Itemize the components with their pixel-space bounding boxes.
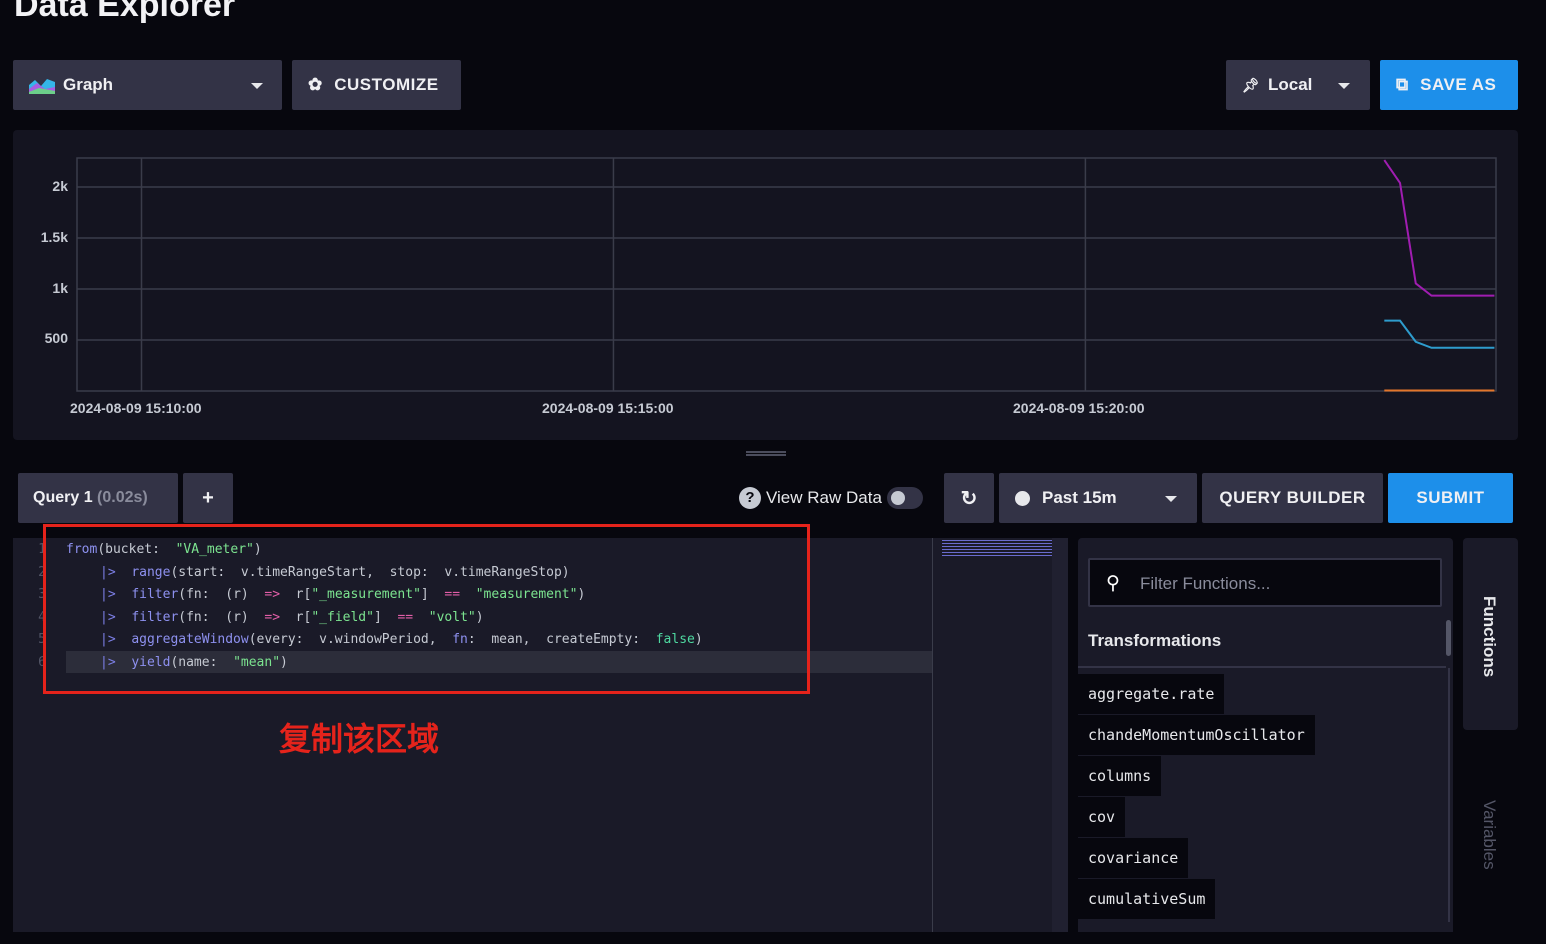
- tab-variables[interactable]: Variables: [1479, 800, 1499, 870]
- chevron-down-icon: [1338, 83, 1350, 89]
- function-item[interactable]: covariance: [1078, 838, 1189, 878]
- customize-label: CUSTOMIZE: [334, 75, 439, 94]
- time-range-dropdown[interactable]: Past 15m: [999, 473, 1197, 523]
- plot-frame: [76, 157, 1497, 392]
- filter-placeholder: Filter Functions...: [1140, 574, 1271, 593]
- editor-scrollbar[interactable]: [1052, 538, 1068, 932]
- add-query-button[interactable]: +: [183, 473, 233, 523]
- graph-panel: 500 1k 1.5k 2k 2024-08-09 15:10:00 2024-…: [13, 130, 1518, 440]
- query-builder-button[interactable]: QUERY BUILDER: [1202, 473, 1383, 523]
- time-range-label: Past 15m: [1042, 488, 1117, 507]
- x-tick: 2024-08-09 15:10:00: [70, 400, 202, 416]
- refresh-icon: ↻: [960, 487, 978, 510]
- tab-functions[interactable]: Functions: [1463, 538, 1518, 730]
- pin-icon: 📌︎: [1242, 76, 1260, 93]
- search-icon: ⚲: [1106, 573, 1120, 594]
- external-link-icon: ⧉: [1396, 75, 1409, 94]
- chevron-down-icon: [1165, 496, 1177, 502]
- x-tick: 2024-08-09 15:20:00: [1013, 400, 1145, 416]
- query-tab-time: (0.02s): [97, 489, 148, 506]
- filter-functions-input[interactable]: ⚲ Filter Functions...: [1088, 558, 1442, 607]
- timezone-dropdown[interactable]: 📌︎ Local: [1226, 60, 1370, 110]
- minimap-divider: [932, 538, 933, 932]
- refresh-button[interactable]: ↻: [944, 473, 994, 523]
- y-tick: 2k: [52, 178, 68, 194]
- customize-button[interactable]: ✿ CUSTOMIZE: [292, 60, 461, 110]
- x-tick: 2024-08-09 15:15:00: [542, 400, 674, 416]
- graph-icon: [29, 79, 55, 94]
- section-heading: Transformations: [1088, 631, 1222, 650]
- query-tab[interactable]: Query 1 (0.02s): [18, 473, 178, 523]
- clock-icon: [1015, 490, 1030, 506]
- line-chart: [76, 157, 1497, 392]
- view-raw-label: View Raw Data: [766, 488, 882, 507]
- function-item[interactable]: cumulativeSum: [1078, 879, 1216, 919]
- view-raw-toggle[interactable]: [887, 487, 923, 509]
- scroll-track: [1448, 668, 1450, 922]
- query-tab-label: Query 1: [33, 489, 93, 506]
- timezone-label: Local: [1268, 75, 1313, 94]
- submit-button[interactable]: SUBMIT: [1388, 473, 1513, 523]
- save-as-button[interactable]: ⧉ SAVE AS: [1380, 60, 1518, 110]
- minimap: [942, 540, 1052, 556]
- y-tick: 500: [44, 330, 68, 346]
- y-tick: 1k: [52, 280, 68, 296]
- series-line-1: [1383, 159, 1495, 297]
- chevron-down-icon: [251, 83, 263, 89]
- series-line-2: [1384, 319, 1495, 349]
- divider: [1078, 666, 1446, 668]
- function-item[interactable]: chandeMomentumOscillator: [1078, 715, 1315, 755]
- annotation-box: [43, 524, 810, 694]
- annotation-text: 复制该区域: [279, 721, 440, 757]
- resize-handle[interactable]: [746, 451, 786, 456]
- gear-icon: ✿: [308, 75, 323, 94]
- help-icon[interactable]: ?: [739, 487, 761, 509]
- y-tick: 1.5k: [40, 229, 68, 245]
- view-type-dropdown[interactable]: Graph: [13, 60, 282, 110]
- functions-scrollbar[interactable]: [1446, 620, 1451, 656]
- function-item[interactable]: cov: [1078, 797, 1126, 837]
- save-as-label: SAVE AS: [1420, 75, 1497, 94]
- tab-functions-label: Functions: [1480, 596, 1499, 678]
- page-title: Data Explorer: [14, 0, 236, 24]
- view-type-label: Graph: [63, 75, 114, 94]
- function-item[interactable]: columns: [1078, 756, 1162, 796]
- function-item[interactable]: aggregate.rate: [1078, 674, 1225, 714]
